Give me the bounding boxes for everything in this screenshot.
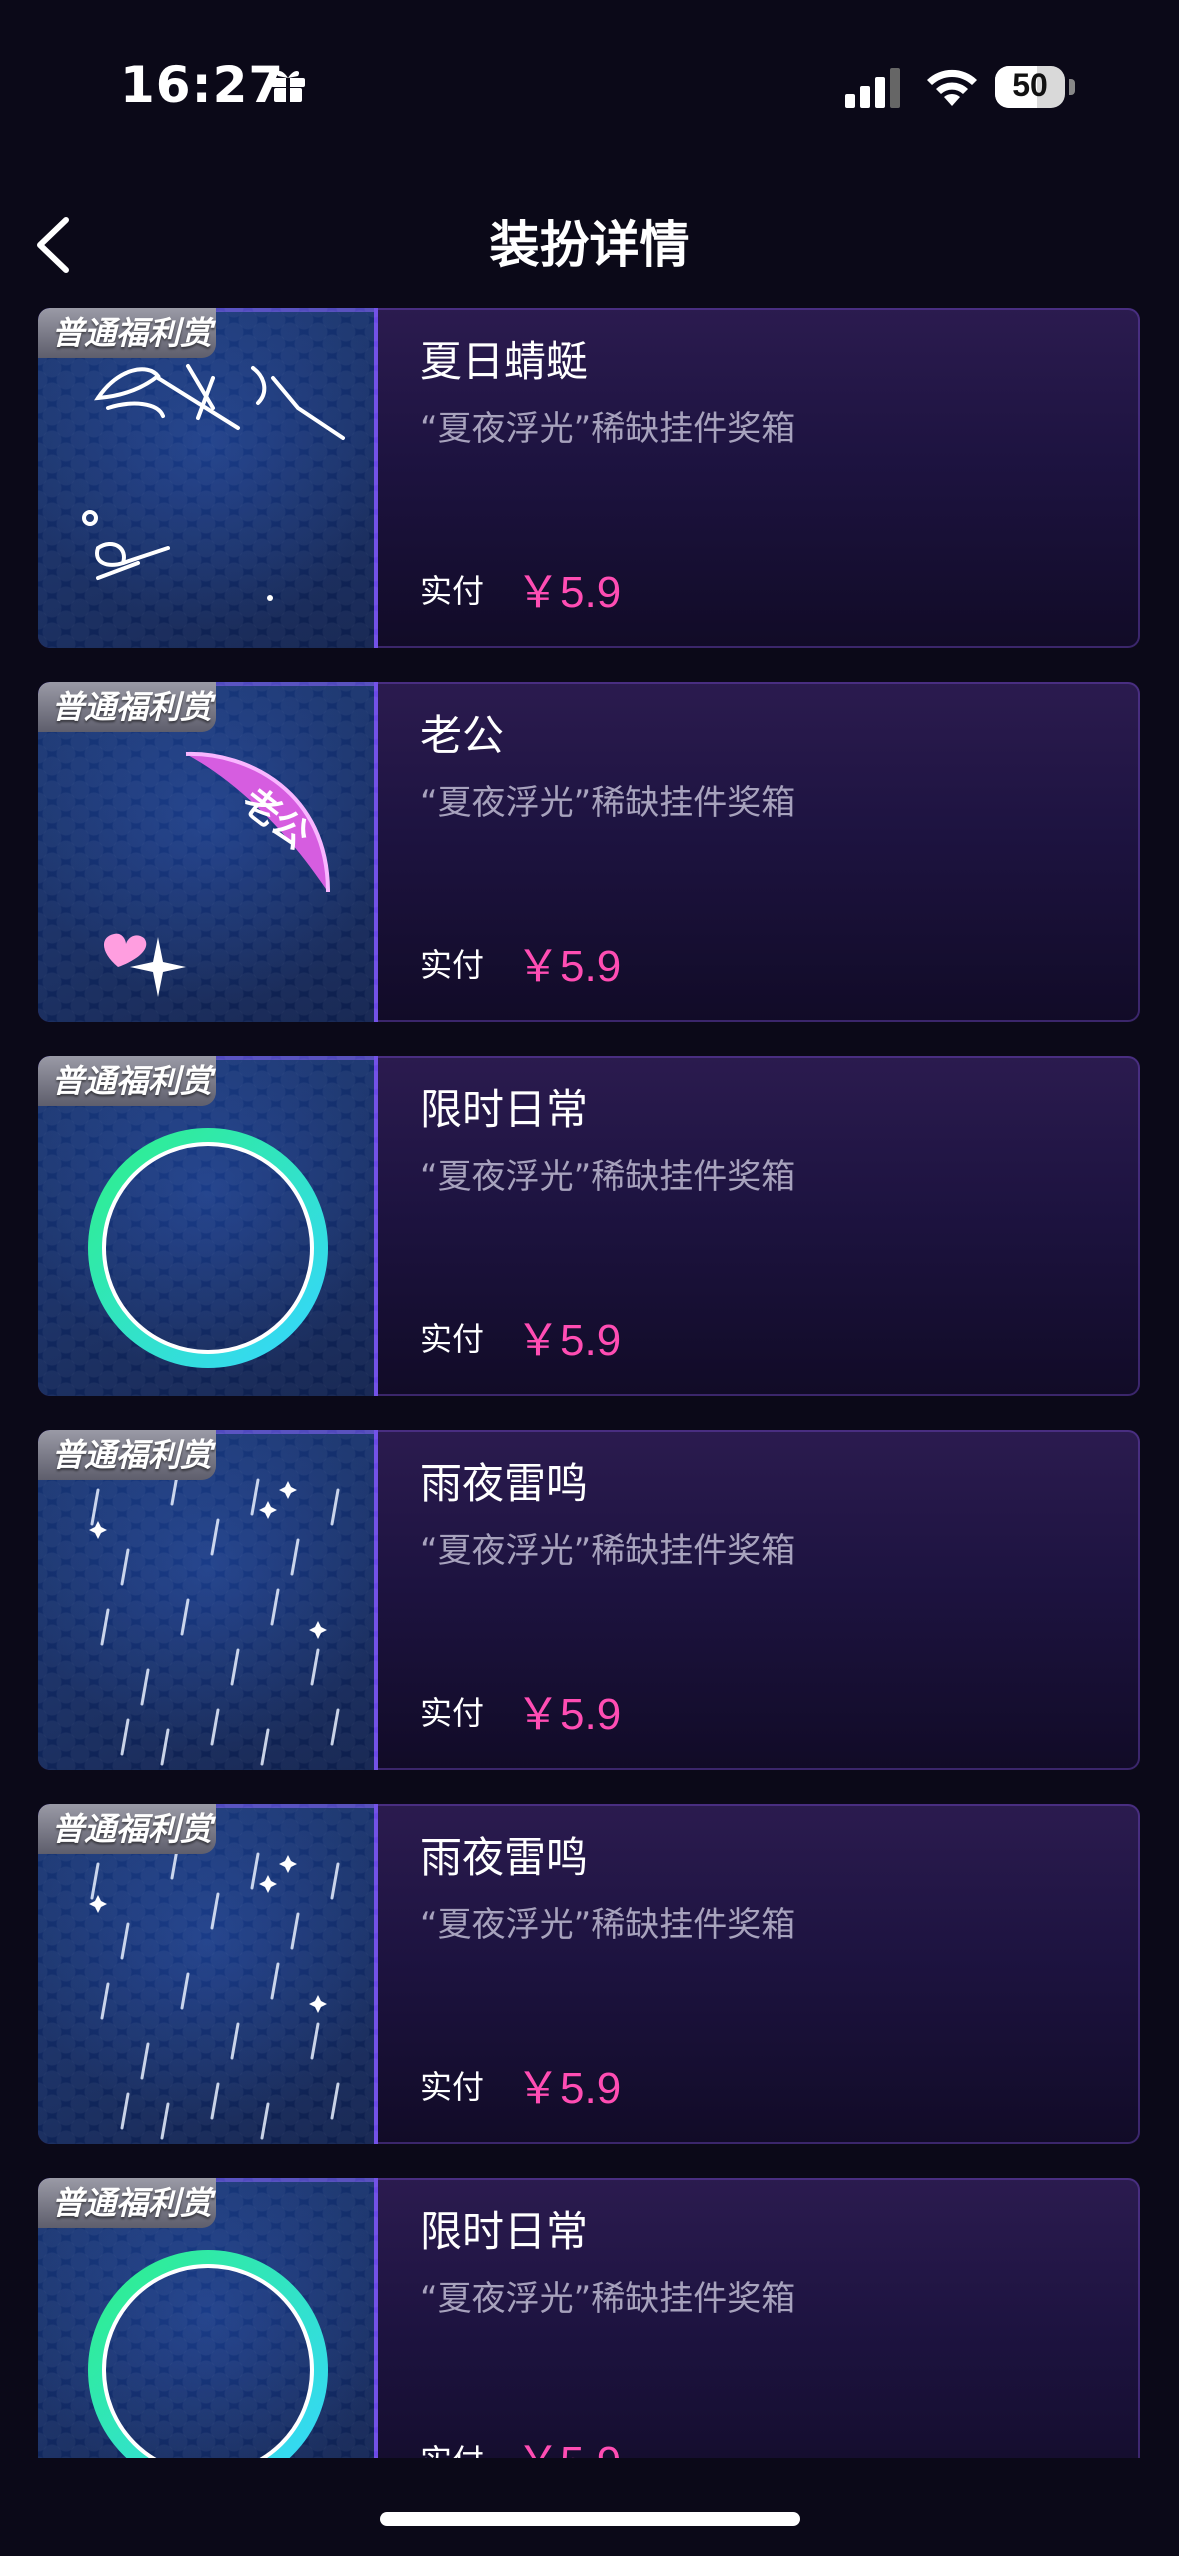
item-price: ￥5.9 (516, 2064, 622, 2113)
welfare-badge: 普通福利赏 (38, 2178, 216, 2228)
item-price: ￥5.9 (516, 1316, 622, 1365)
item-name: 夏日蜻蜓 (420, 337, 589, 386)
welfare-badge: 普通福利赏 (38, 682, 216, 732)
item-card[interactable]: 普通福利赏 雨夜雷鸣 “夏夜浮光”稀缺挂件奖箱 实付 ￥5.9 (38, 1430, 1140, 1770)
item-card[interactable]: 老公 普通福利赏 老公 “夏夜浮光”稀缺挂件奖箱 实付 ￥5.9 (38, 682, 1140, 1022)
item-info: 限时日常 “夏夜浮光”稀缺挂件奖箱 实付 ￥5.9 (420, 2178, 1120, 2458)
wifi-icon (927, 69, 977, 106)
item-subtitle: “夏夜浮光”稀缺挂件奖箱 (420, 1157, 796, 1197)
item-name: 雨夜雷鸣 (420, 1833, 589, 1882)
item-subtitle: “夏夜浮光”稀缺挂件奖箱 (420, 409, 796, 449)
battery-icon: 50 (995, 66, 1075, 110)
item-thumbnail: 普通福利赏 (38, 1430, 378, 1770)
item-name: 老公 (420, 711, 505, 760)
ring-art (88, 1128, 328, 1368)
item-thumbnail: 普通福利赏 (38, 1804, 378, 2144)
item-info: 限时日常 “夏夜浮光”稀缺挂件奖箱 实付 ￥5.9 (420, 1056, 1120, 1396)
home-indicator[interactable] (380, 2512, 800, 2526)
page-title: 装扮详情 (489, 216, 690, 274)
item-name: 限时日常 (420, 1085, 589, 1134)
cellular-signal-icon (845, 68, 900, 108)
item-price: ￥5.9 (516, 568, 622, 617)
ring-art (88, 2250, 328, 2458)
item-price: ￥5.9 (516, 942, 622, 991)
welfare-badge: 普通福利赏 (38, 1056, 216, 1106)
rain-art (90, 1468, 340, 1766)
item-subtitle: “夏夜浮光”稀缺挂件奖箱 (420, 1531, 796, 1571)
item-info: 夏日蜻蜓 “夏夜浮光”稀缺挂件奖箱 实付 ￥5.9 (420, 308, 1120, 648)
rain-art (90, 1842, 340, 2140)
item-subtitle: “夏夜浮光”稀缺挂件奖箱 (420, 2279, 796, 2319)
item-name: 雨夜雷鸣 (420, 1459, 589, 1508)
umbrella-art: 老公 (103, 751, 330, 997)
item-card[interactable]: 普通福利赏 夏日蜻蜓 “夏夜浮光”稀缺挂件奖箱 实付 ￥5.9 (38, 308, 1140, 648)
item-price: ￥5.9 (516, 1690, 622, 1739)
item-info: 老公 “夏夜浮光”稀缺挂件奖箱 实付 ￥5.9 (420, 682, 1120, 1022)
item-info: 雨夜雷鸣 “夏夜浮光”稀缺挂件奖箱 实付 ￥5.9 (420, 1430, 1120, 1770)
item-subtitle: “夏夜浮光”稀缺挂件奖箱 (420, 783, 796, 823)
item-list[interactable]: 普通福利赏 夏日蜻蜓 “夏夜浮光”稀缺挂件奖箱 实付 ￥5.9 老公 普通福利赏… (38, 308, 1140, 2458)
welfare-badge: 普通福利赏 (38, 1430, 216, 1480)
battery-level: 50 (1012, 67, 1048, 103)
paid-label: 实付 (420, 1320, 485, 1358)
item-card[interactable]: 普通福利赏 限时日常 “夏夜浮光”稀缺挂件奖箱 实付 ￥5.9 (38, 1056, 1140, 1396)
status-time: 16:27 (120, 56, 285, 114)
item-card[interactable]: 普通福利赏 限时日常 “夏夜浮光”稀缺挂件奖箱 实付 ￥5.9 (38, 2178, 1140, 2458)
item-thumbnail: 普通福利赏 (38, 308, 378, 648)
item-thumbnail: 普通福利赏 (38, 1056, 378, 1396)
gift-icon (271, 71, 305, 102)
paid-label: 实付 (420, 2068, 485, 2106)
welfare-badge: 普通福利赏 (38, 308, 216, 358)
item-subtitle: “夏夜浮光”稀缺挂件奖箱 (420, 1905, 796, 1945)
item-price: ￥5.9 (516, 2426, 621, 2458)
item-thumbnail: 普通福利赏 (38, 2178, 378, 2458)
paid-label: 实付 (420, 2436, 484, 2458)
paid-label: 实付 (420, 946, 485, 984)
status-bar: 16:27 50 (0, 0, 1179, 170)
item-card[interactable]: 普通福利赏 雨夜雷鸣 “夏夜浮光”稀缺挂件奖箱 实付 ￥5.9 (38, 1804, 1140, 2144)
item-name: 限时日常 (420, 2207, 589, 2256)
paid-label: 实付 (420, 1694, 485, 1732)
item-info: 雨夜雷鸣 “夏夜浮光”稀缺挂件奖箱 实付 ￥5.9 (420, 1804, 1120, 2144)
welfare-badge: 普通福利赏 (38, 1804, 216, 1854)
item-thumbnail: 老公 普通福利赏 (38, 682, 378, 1022)
paid-label: 实付 (420, 572, 485, 610)
dragonfly-art (82, 364, 345, 580)
